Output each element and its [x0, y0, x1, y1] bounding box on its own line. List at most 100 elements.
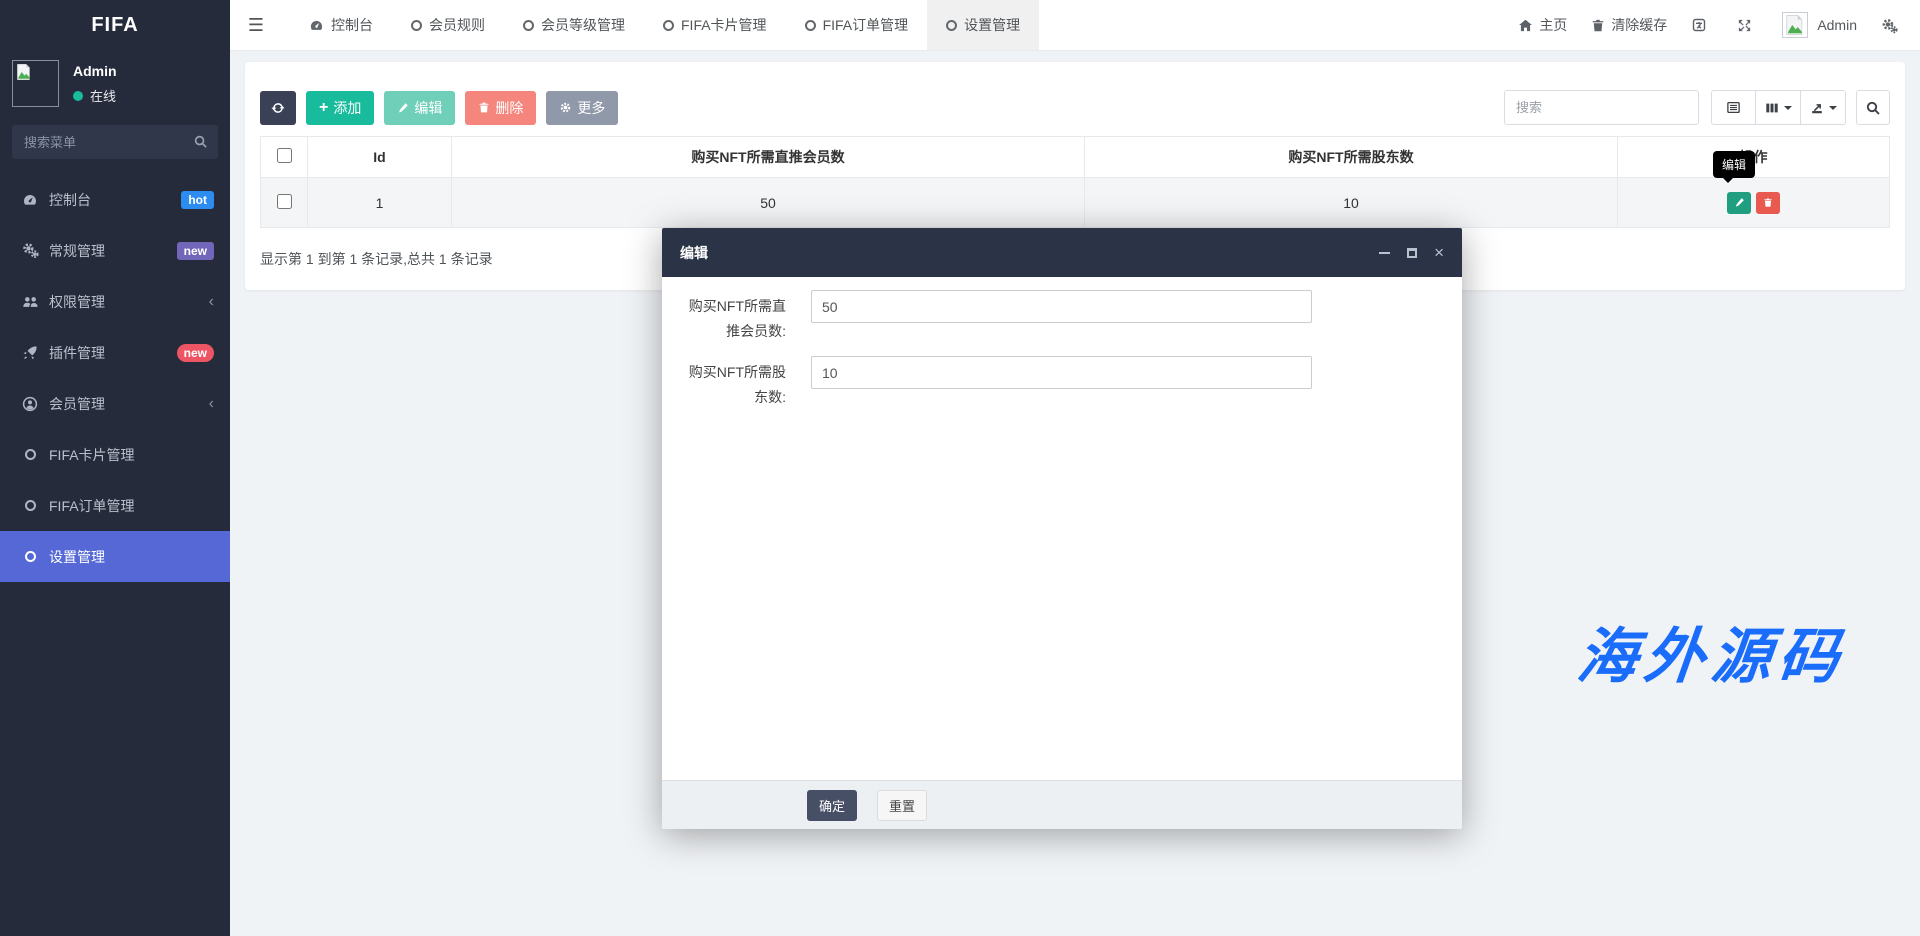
caret-down-icon [1783, 105, 1792, 110]
columns-button[interactable] [1756, 90, 1801, 125]
sidebar-item-dashboard[interactable]: 控制台 hot [0, 174, 230, 225]
user-status: 在线 [73, 86, 117, 105]
sidebar-item-label: FIFA订单管理 [49, 497, 135, 514]
select-all-header [260, 136, 308, 178]
sidebar-item-label: 常规管理 [49, 242, 105, 259]
new-badge: new [176, 241, 214, 260]
tab-fifa-card[interactable]: FIFA卡片管理 [644, 0, 786, 50]
edit-label: 编辑 [414, 99, 443, 116]
gear-icon [559, 101, 572, 114]
settings-menu[interactable] [1881, 17, 1904, 34]
field-label-share: 购买NFT所需股东数: [688, 364, 786, 405]
columns-icon [1765, 103, 1778, 112]
export-button[interactable] [1801, 90, 1846, 125]
add-button[interactable]: + 添加 [306, 90, 375, 125]
minimize-icon [1379, 251, 1391, 254]
maximize-icon [1407, 247, 1418, 258]
table-search-input[interactable] [1504, 90, 1699, 125]
new-badge: new [176, 343, 214, 362]
minimize-button[interactable] [1379, 251, 1391, 254]
users-icon [20, 293, 40, 310]
clear-cache-link[interactable]: 清除缓存 [1591, 15, 1667, 35]
more-button[interactable]: 更多 [546, 90, 619, 125]
trash-icon [1591, 18, 1605, 33]
data-table: Id 购买NFT所需直推会员数 购买NFT所需股东数 操作 1 50 10 [260, 136, 1890, 228]
dialog-footer: 确定 重置 [662, 780, 1462, 829]
home-link[interactable]: 主页 [1518, 15, 1567, 35]
row-edit-button[interactable] [1727, 191, 1751, 214]
close-button[interactable]: × [1434, 244, 1444, 261]
hot-badge: hot [181, 190, 214, 209]
table-row[interactable]: 1 50 10 [260, 177, 1890, 228]
sidebar-item-general[interactable]: 常规管理 new [0, 225, 230, 276]
fullscreen-toggle[interactable] [1737, 18, 1758, 33]
dashboard-icon [309, 18, 324, 33]
tab-label: 控制台 [331, 17, 373, 33]
shareholders-field[interactable] [811, 356, 1312, 389]
trash-icon [478, 101, 490, 114]
sidebar-item-fifa-card[interactable]: FIFA卡片管理 [0, 429, 230, 480]
column-header-direct[interactable]: 购买NFT所需直推会员数 [451, 136, 1085, 178]
maximize-button[interactable] [1407, 247, 1418, 258]
detail-view-button[interactable] [1711, 90, 1756, 125]
menu-search-input[interactable] [12, 125, 218, 159]
confirm-button[interactable]: 确定 [807, 789, 858, 821]
select-all-checkbox[interactable] [276, 148, 292, 163]
toolbar: + 添加 编辑 删除 更多 [260, 90, 1890, 125]
refresh-button[interactable] [260, 90, 296, 125]
tab-fifa-order[interactable]: FIFA订单管理 [786, 0, 928, 50]
column-header-id[interactable]: Id [307, 136, 452, 178]
hamburger-icon[interactable]: ☰ [230, 0, 282, 50]
sidebar-item-fifa-order[interactable]: FIFA订单管理 [0, 480, 230, 531]
tab-label: FIFA订单管理 [822, 17, 909, 33]
user-panel: Admin 在线 [0, 50, 230, 115]
rocket-icon [20, 345, 40, 361]
topbar-avatar[interactable] [1782, 12, 1809, 38]
sidebar-item-label: FIFA卡片管理 [49, 446, 135, 463]
home-label: 主页 [1539, 17, 1568, 33]
search-toggle-button[interactable] [1856, 90, 1890, 125]
delete-button[interactable]: 删除 [465, 90, 537, 125]
pencil-icon [1735, 198, 1744, 207]
refresh-icon [271, 101, 285, 115]
sidebar-item-addon[interactable]: 插件管理 new [0, 327, 230, 378]
avatar[interactable] [12, 60, 59, 107]
dialog-header[interactable]: 编辑 × [662, 228, 1462, 277]
topbar-username[interactable]: Admin [1817, 17, 1857, 33]
direct-members-field[interactable] [811, 290, 1312, 323]
edit-button[interactable]: 编辑 [384, 90, 456, 125]
edit-tooltip: 编辑 [1713, 151, 1756, 183]
reset-button[interactable]: 重置 [877, 789, 928, 821]
broken-image-icon [1786, 15, 1803, 35]
brand-logo[interactable]: FIFA [0, 0, 230, 50]
form-row-direct: 购买NFT所需直推会员数: [662, 290, 1462, 344]
circle-icon [411, 19, 422, 31]
menu-search [12, 125, 218, 159]
cell-id: 1 [307, 177, 452, 228]
tab-label: 会员等级管理 [541, 17, 625, 33]
gears-icon [1881, 17, 1898, 34]
language-switch[interactable] [1691, 17, 1713, 33]
tab-dashboard[interactable]: 控制台 [290, 0, 392, 50]
column-header-share[interactable]: 购买NFT所需股东数 [1084, 136, 1618, 178]
online-dot-icon [73, 90, 83, 101]
view-button-group [1711, 90, 1846, 125]
row-checkbox[interactable] [276, 193, 292, 209]
tab-settings[interactable]: 设置管理 [927, 0, 1040, 50]
row-delete-button[interactable] [1756, 191, 1780, 214]
topbar: ☰ 控制台 会员规则 会员等级管理 FIFA卡片管理 FIFA订单管理 设置管理 [230, 0, 1920, 51]
export-icon [1811, 103, 1822, 113]
tab-member-rules[interactable]: 会员规则 [392, 0, 504, 50]
sidebar-item-auth[interactable]: 权限管理 ‹ [0, 276, 230, 327]
circle-icon [663, 19, 674, 31]
language-icon [1691, 17, 1707, 33]
sidebar-item-label: 控制台 [49, 191, 91, 208]
table-header-row: Id 购买NFT所需直推会员数 购买NFT所需股东数 操作 [260, 136, 1890, 178]
row-select-cell [260, 177, 308, 228]
caret-down-icon [1828, 105, 1837, 110]
tab-member-level[interactable]: 会员等级管理 [504, 0, 644, 50]
sidebar-item-settings[interactable]: 设置管理 [0, 531, 230, 582]
sidebar-item-member[interactable]: 会员管理 ‹ [0, 378, 230, 429]
dialog-title: 编辑 [680, 244, 708, 261]
form-row-share: 购买NFT所需股东数: [662, 356, 1462, 410]
